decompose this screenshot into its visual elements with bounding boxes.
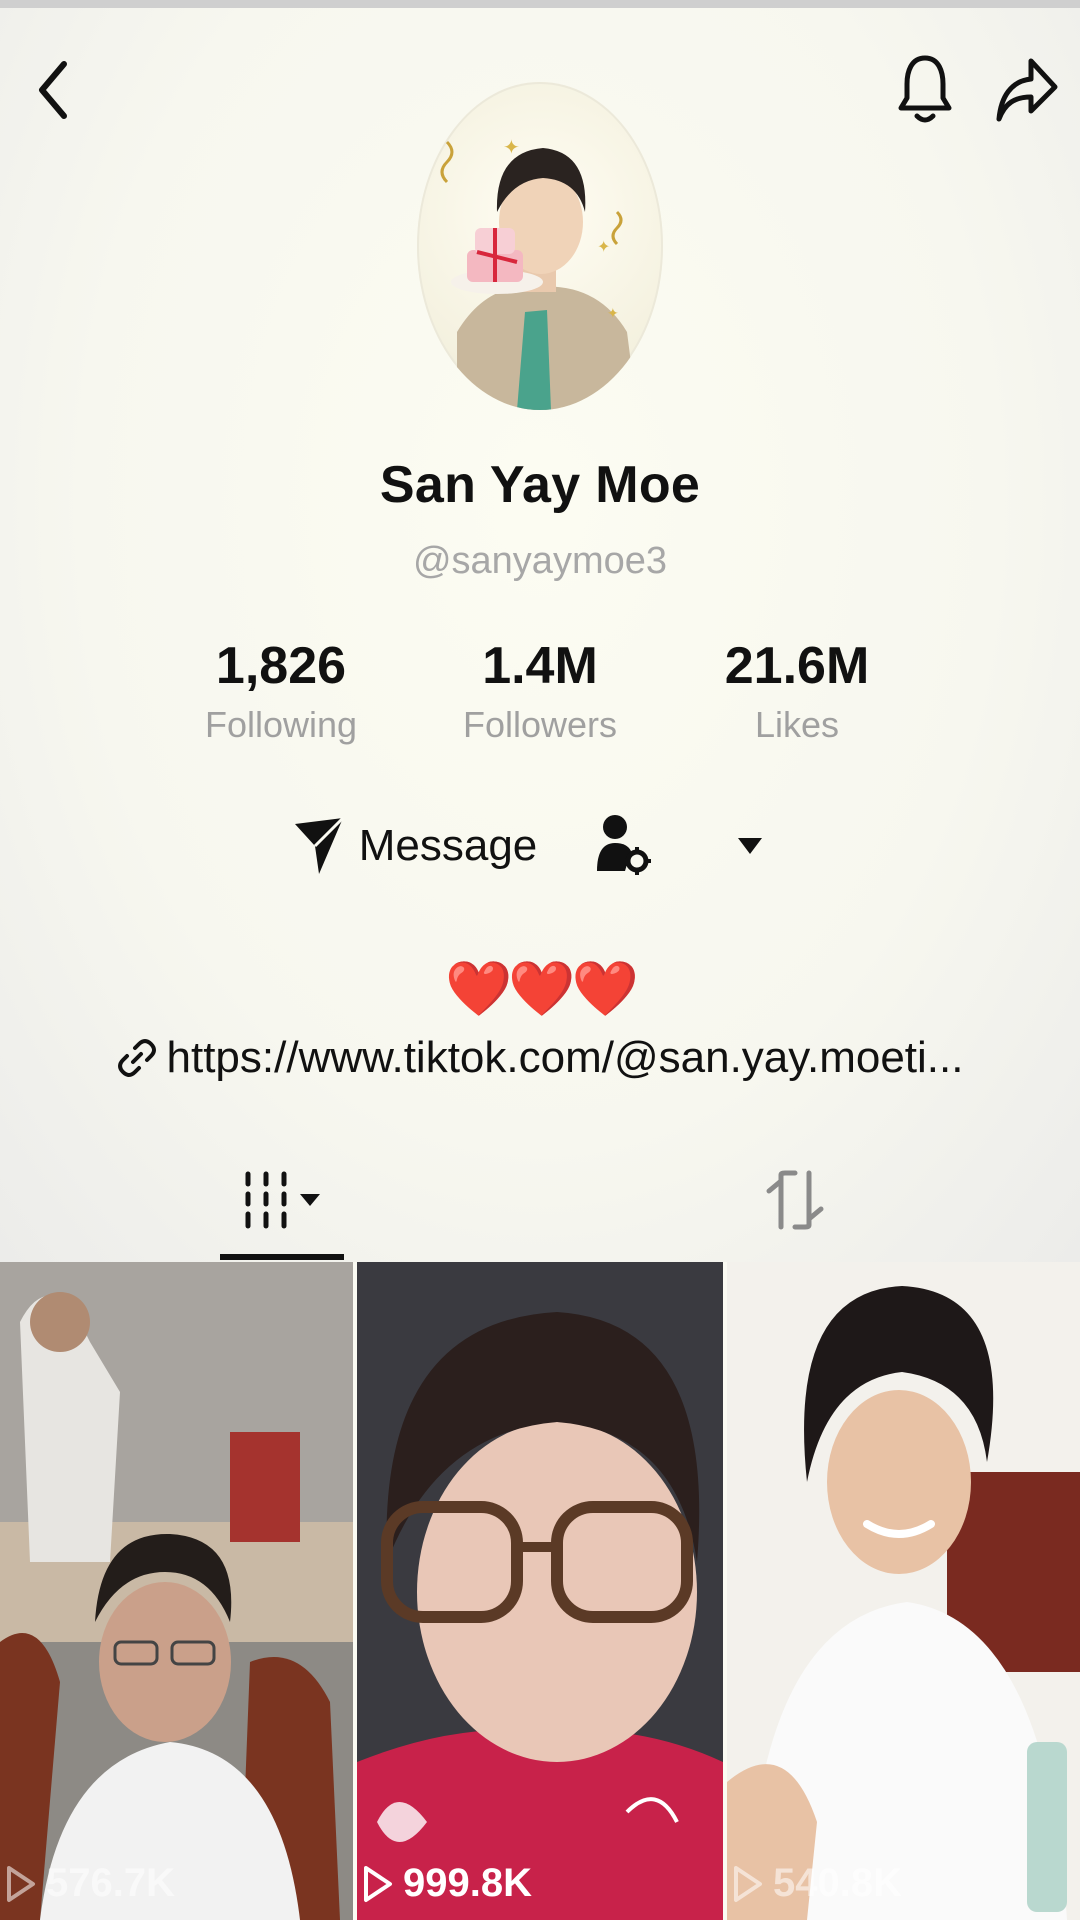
video-thumbnail-image: [0, 1262, 353, 1920]
person-gear-icon: [597, 815, 651, 875]
link-icon: [117, 1039, 156, 1077]
message-button[interactable]: Message: [290, 800, 540, 892]
video-view-count: 540.8K: [733, 1861, 902, 1906]
svg-text:✦: ✦: [607, 305, 619, 321]
message-label: Message: [358, 821, 538, 870]
bell-icon: [898, 55, 952, 123]
stat-label: Followers: [462, 704, 618, 745]
share-arrow-icon: [996, 58, 1058, 122]
video-views: 999.8K: [403, 1861, 532, 1905]
send-icon: [294, 816, 344, 874]
video-view-count: 999.8K: [363, 1861, 532, 1906]
svg-text:✦: ✦: [503, 137, 520, 159]
stat-value: 1,826: [215, 637, 347, 695]
video-thumbnail-image: [727, 1262, 1080, 1920]
tab-videos[interactable]: [220, 1140, 344, 1260]
video-views: 540.8K: [773, 1861, 902, 1905]
more-dropdown-button[interactable]: [700, 800, 800, 892]
video-views: 576.7K: [46, 1861, 175, 1905]
repost-icon: [766, 1170, 824, 1230]
avatar-photo: ✦ ✦ ✦: [440, 137, 637, 410]
tab-active-indicator: [220, 1254, 344, 1260]
bio-hearts: ❤️❤️❤️: [445, 959, 639, 1019]
grid-icon: [245, 1171, 320, 1229]
stat-label: Following: [204, 704, 358, 745]
caret-down-icon: [738, 838, 762, 854]
play-icon: [734, 1865, 762, 1902]
video-thumbnail-image: [357, 1262, 723, 1920]
profile-handle: @sanyaymoe3: [412, 540, 668, 582]
play-icon: [364, 1865, 392, 1902]
share-button[interactable]: [992, 45, 1062, 135]
stat-following[interactable]: 1,826 Following: [151, 632, 411, 750]
stat-followers[interactable]: 1.4M Followers: [410, 632, 670, 750]
chevron-left-icon: [39, 61, 67, 119]
stat-value: 21.6M: [724, 637, 870, 695]
video-thumbnail[interactable]: 999.8K: [357, 1262, 723, 1920]
friend-settings-button[interactable]: [573, 800, 673, 892]
video-view-count: 576.7K: [6, 1861, 175, 1906]
back-button[interactable]: [22, 45, 86, 135]
video-thumbnail[interactable]: 540.8K: [727, 1262, 1080, 1920]
svg-text:✦: ✦: [597, 239, 610, 256]
video-thumbnail[interactable]: 576.7K: [0, 1262, 353, 1920]
stat-label: Likes: [754, 704, 840, 745]
profile-name: San Yay Moe: [379, 456, 701, 514]
tab-reposts[interactable]: [740, 1140, 850, 1260]
bio-link[interactable]: https://www.tiktok.com/@san.yay.moeti...: [0, 1033, 1080, 1083]
status-bar-edge: [0, 0, 1080, 8]
bio-link-url: https://www.tiktok.com/@san.yay.moeti...: [166, 1033, 964, 1082]
notifications-button[interactable]: [890, 45, 960, 135]
avatar[interactable]: ✦ ✦ ✦: [417, 82, 663, 410]
stat-likes[interactable]: 21.6M Likes: [667, 632, 927, 750]
stat-value: 1.4M: [482, 637, 598, 695]
video-grid: 576.7K 999.8K 540.8K: [0, 1262, 1080, 1920]
play-icon: [7, 1865, 35, 1902]
